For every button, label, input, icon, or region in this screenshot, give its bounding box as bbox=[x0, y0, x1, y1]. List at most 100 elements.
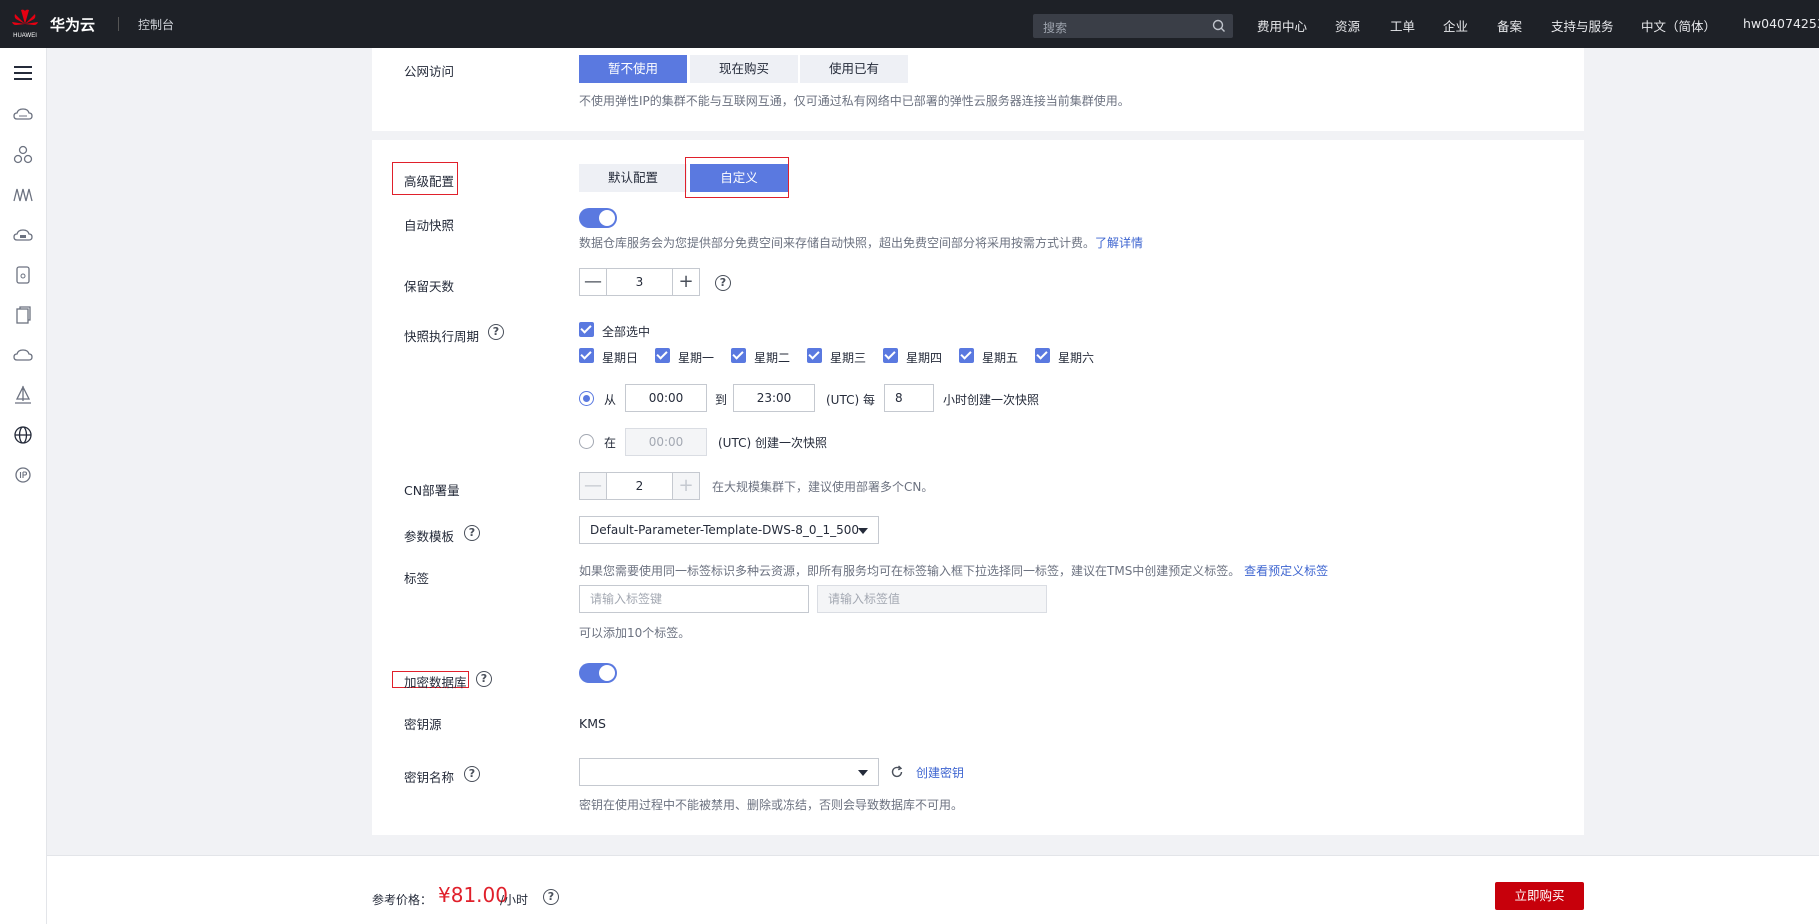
public-access-panel bbox=[372, 48, 1584, 131]
nav-filing[interactable]: 备案 bbox=[1497, 16, 1522, 35]
tags-label: 标签 bbox=[404, 571, 430, 586]
day-checkbox-mon[interactable] bbox=[655, 348, 670, 363]
day-checkbox-tue[interactable] bbox=[731, 348, 746, 363]
divider bbox=[118, 17, 119, 31]
nav-resources[interactable]: 资源 bbox=[1335, 16, 1360, 35]
ip-icon[interactable] bbox=[12, 464, 34, 486]
advanced-option-default[interactable]: 默认配置 bbox=[579, 164, 687, 192]
retention-stepper[interactable]: — 3 + bbox=[579, 268, 700, 296]
select-all-checkbox[interactable] bbox=[579, 322, 594, 337]
price-value: ¥81.00 bbox=[438, 883, 508, 907]
file-icon[interactable] bbox=[12, 264, 34, 286]
auto-snapshot-label: 自动快照 bbox=[404, 218, 455, 233]
day-label: 星期四 bbox=[906, 351, 943, 365]
key-name-hint: 密钥在使用过程中不能被禁用、删除或冻结，否则会导致数据库不可用。 bbox=[579, 798, 964, 812]
learn-more-link[interactable]: 了解详情 bbox=[1095, 236, 1143, 250]
decrement-button[interactable]: — bbox=[580, 473, 607, 499]
help-icon[interactable]: ? bbox=[464, 766, 480, 782]
view-predefined-tags-link[interactable]: 查看预定义标签 bbox=[1244, 564, 1328, 578]
day-label: 星期六 bbox=[1058, 351, 1095, 365]
cn-count-value[interactable]: 2 bbox=[608, 473, 671, 499]
decrement-button[interactable]: — bbox=[580, 269, 607, 295]
day-checkbox-sun[interactable] bbox=[579, 348, 594, 363]
daily-mode-radio[interactable] bbox=[579, 434, 594, 449]
auto-snapshot-toggle[interactable] bbox=[579, 208, 617, 228]
help-icon[interactable]: ? bbox=[476, 671, 492, 687]
to-label: 到 bbox=[715, 393, 728, 407]
huawei-logo-icon[interactable]: HUAWEI bbox=[10, 6, 40, 42]
refresh-icon[interactable] bbox=[890, 765, 904, 779]
nav-support[interactable]: 支持与服务 bbox=[1551, 16, 1614, 35]
day-checkbox-wed[interactable] bbox=[807, 348, 822, 363]
day-label: 星期五 bbox=[982, 351, 1019, 365]
buy-now-button[interactable]: 立即购买 bbox=[1495, 882, 1584, 910]
cn-count-stepper[interactable]: — 2 + bbox=[579, 472, 700, 500]
increment-button[interactable]: + bbox=[672, 269, 699, 295]
key-source-value: KMS bbox=[579, 716, 606, 731]
public-access-hint: 不使用弹性IP的集群不能与互联网互通，仅可通过私有网络中已部署的弹性云服务器连接… bbox=[579, 94, 1130, 108]
day-checkbox-sat[interactable] bbox=[1035, 348, 1050, 363]
search-icon[interactable] bbox=[1211, 18, 1227, 34]
interval-suffix-label: 小时创建一次快照 bbox=[943, 393, 1040, 407]
chevron-down-icon bbox=[858, 528, 868, 534]
public-access-label: 公网访问 bbox=[404, 64, 455, 79]
nav-language[interactable]: 中文（简体） bbox=[1641, 16, 1716, 35]
encrypt-db-toggle[interactable] bbox=[579, 663, 617, 683]
help-icon[interactable]: ? bbox=[543, 889, 559, 905]
interval-mode-radio[interactable] bbox=[579, 391, 594, 406]
key-source-label: 密钥源 bbox=[404, 717, 442, 732]
console-link[interactable]: 控制台 bbox=[138, 16, 174, 33]
param-template-select[interactable]: Default-Parameter-Template-DWS-8_0_1_500 bbox=[579, 516, 879, 544]
cn-count-hint: 在大规模集群下，建议使用部署多个CN。 bbox=[712, 480, 934, 494]
snapshot-cycle-label: 快照执行周期 bbox=[404, 329, 480, 344]
end-time-input[interactable]: 23:00 bbox=[733, 384, 815, 412]
at-label: 在 bbox=[604, 436, 617, 450]
chevron-down-icon bbox=[858, 770, 868, 776]
from-label: 从 bbox=[604, 393, 617, 407]
docs-icon[interactable] bbox=[12, 304, 34, 326]
sail-icon[interactable] bbox=[12, 384, 34, 406]
day-checkbox-thu[interactable] bbox=[883, 348, 898, 363]
public-access-option-existing[interactable]: 使用已有 bbox=[800, 55, 908, 83]
encrypt-db-label: 加密数据库 bbox=[404, 675, 467, 690]
daily-time-input[interactable]: 00:00 bbox=[625, 428, 707, 456]
nodes-icon[interactable] bbox=[12, 144, 34, 166]
cloud-icon[interactable] bbox=[12, 344, 34, 366]
svg-text:HUAWEI: HUAWEI bbox=[13, 33, 37, 39]
day-checkbox-fri[interactable] bbox=[959, 348, 974, 363]
cloud-server-icon[interactable] bbox=[12, 104, 34, 126]
public-access-option-none[interactable]: 暂不使用 bbox=[579, 55, 687, 83]
nav-account[interactable]: hw04074253 bbox=[1743, 16, 1819, 31]
tag-key-input[interactable]: 请输入标签键 bbox=[579, 585, 809, 613]
nav-billing[interactable]: 费用中心 bbox=[1257, 16, 1307, 35]
price-label: 参考价格： bbox=[372, 893, 433, 907]
cloud-disk-icon[interactable] bbox=[12, 224, 34, 246]
help-icon[interactable]: ? bbox=[488, 324, 504, 340]
key-name-select[interactable] bbox=[579, 758, 879, 786]
public-access-option-buy[interactable]: 现在购买 bbox=[690, 55, 798, 83]
brand-name[interactable]: 华为云 bbox=[50, 14, 95, 35]
waves-icon[interactable] bbox=[12, 184, 34, 206]
nav-enterprise[interactable]: 企业 bbox=[1443, 16, 1468, 35]
utc-every-label: (UTC) 每 bbox=[826, 393, 875, 407]
daily-suffix-label: (UTC) 创建一次快照 bbox=[718, 436, 827, 450]
increment-button[interactable]: + bbox=[672, 473, 699, 499]
create-key-link[interactable]: 创建密钥 bbox=[916, 764, 964, 781]
menu-icon[interactable] bbox=[12, 62, 34, 84]
globe-icon[interactable] bbox=[12, 424, 34, 446]
retention-value[interactable]: 3 bbox=[608, 269, 671, 295]
tag-value-input[interactable]: 请输入标签值 bbox=[817, 585, 1047, 613]
day-label: 星期三 bbox=[830, 351, 867, 365]
hours-input[interactable]: 8 bbox=[884, 384, 934, 412]
help-icon[interactable]: ? bbox=[464, 525, 480, 541]
nav-tickets[interactable]: 工单 bbox=[1390, 16, 1415, 35]
cn-count-label: CN部署量 bbox=[404, 483, 460, 498]
tags-limit-hint: 可以添加10个标签。 bbox=[579, 626, 691, 640]
start-time-input[interactable]: 00:00 bbox=[625, 384, 707, 412]
sidebar bbox=[0, 48, 47, 924]
help-icon[interactable]: ? bbox=[715, 275, 731, 291]
highlight-box bbox=[685, 157, 789, 198]
price-unit: /小时 bbox=[500, 893, 529, 907]
search-input[interactable]: 搜索 bbox=[1033, 14, 1233, 38]
day-label: 星期二 bbox=[754, 351, 791, 365]
